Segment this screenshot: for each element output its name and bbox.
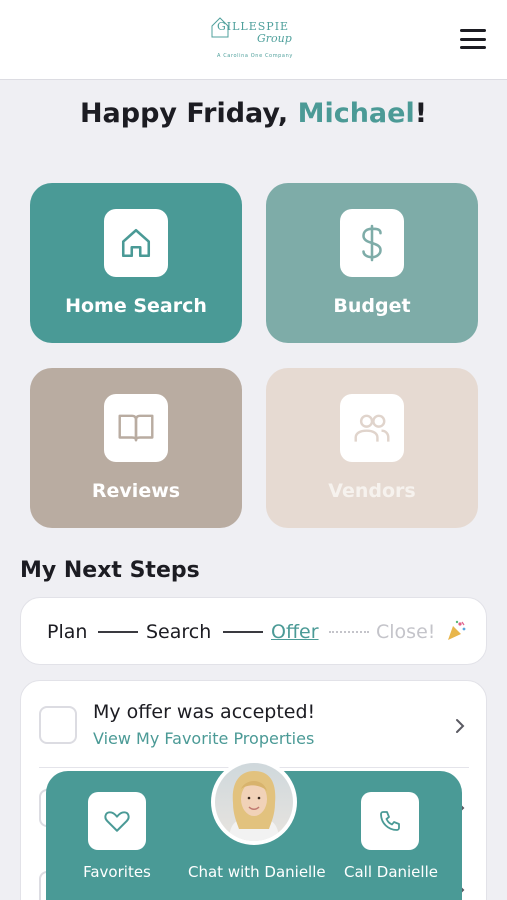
step-close[interactable]: Close! [376,621,435,643]
step-offer[interactable]: Offer [271,621,319,643]
greeting-suffix: ! [414,98,428,129]
dollar-icon [340,209,404,277]
vendors-label: Vendors [328,480,416,502]
task-checkbox[interactable] [39,706,77,744]
home-search-label: Home Search [65,295,207,317]
step-connector-dotted [329,631,369,633]
phone-icon [361,792,419,850]
view-favorites-link[interactable]: View My Favorite Properties [93,729,314,748]
book-icon [104,394,168,462]
call-label: Call Danielle [344,863,438,881]
agent-avatar[interactable] [211,759,297,845]
chat-label: Chat with Danielle [188,863,326,881]
heart-icon [88,792,146,850]
greeting-user-name: Michael [297,98,415,129]
step-plan[interactable]: Plan [47,621,87,643]
step-search[interactable]: Search [146,621,211,643]
call-button[interactable]: Call Danielle [326,771,456,900]
gillespie-group-logo[interactable]: GILLESPIE Group A Carolina One Company [205,14,305,64]
party-popper-icon [448,620,466,640]
hamburger-menu-icon[interactable] [458,26,488,52]
reviews-tile[interactable]: Reviews [30,368,242,528]
favorites-button[interactable]: Favorites [52,771,182,900]
reviews-label: Reviews [91,480,181,502]
chevron-right-icon[interactable] [453,717,467,735]
greeting: Happy Friday, Michael! [0,98,507,129]
agent-photo [215,763,293,841]
budget-label: Budget [333,295,411,317]
users-icon [340,394,404,462]
vendors-tile[interactable]: Vendors [266,368,478,528]
task-title: My offer was accepted! [93,701,316,723]
progress-stepper: Plan Search Offer Close! [20,597,487,665]
logo-subtitle: A Carolina One Company [217,53,293,59]
budget-tile[interactable]: Budget [266,183,478,343]
step-connector [98,631,138,633]
home-icon [104,209,168,277]
greeting-prefix: Happy Friday, [79,98,298,129]
step-connector [223,631,263,633]
next-steps-title: My Next Steps [20,558,200,583]
app-header: GILLESPIE Group A Carolina One Company [0,0,507,80]
logo-script: Group [257,32,292,45]
home-search-tile[interactable]: Home Search [30,183,242,343]
favorites-label: Favorites [83,863,151,881]
